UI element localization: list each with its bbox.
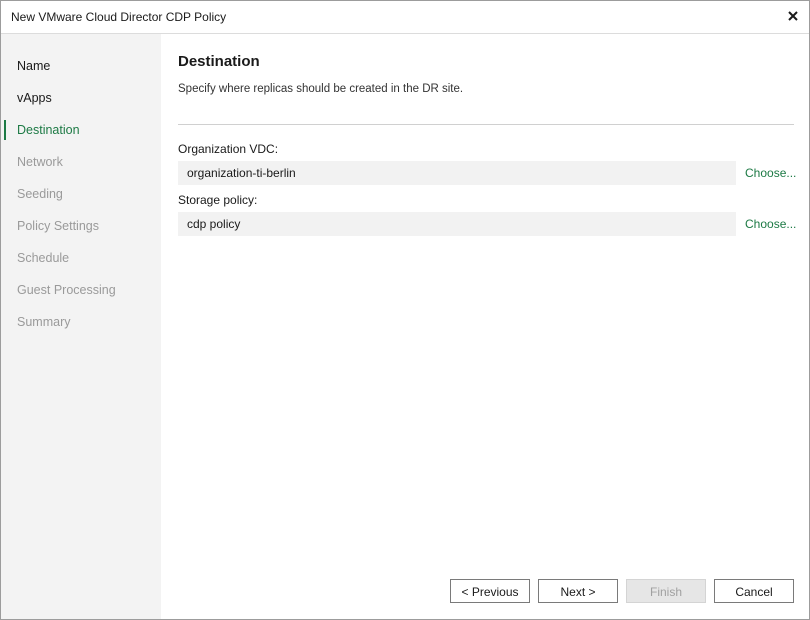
step-label: Policy Settings — [17, 219, 99, 233]
next-button[interactable]: Next > — [538, 579, 618, 603]
step-seeding: Seeding — [1, 182, 161, 206]
step-vapps[interactable]: vApps — [1, 86, 161, 110]
step-network: Network — [1, 150, 161, 174]
org-vdc-field: organization-ti-berlin — [178, 161, 736, 185]
choose-storage-policy-link[interactable]: Choose... — [745, 217, 796, 231]
wizard-steps-sidebar: Name vApps Destination Network Seeding P… — [1, 34, 161, 619]
cancel-button[interactable]: Cancel — [714, 579, 794, 603]
active-step-marker — [4, 120, 6, 140]
step-summary: Summary — [1, 310, 161, 334]
step-destination[interactable]: Destination — [1, 118, 161, 142]
close-icon[interactable] — [783, 6, 803, 26]
window-title: New VMware Cloud Director CDP Policy — [11, 10, 227, 24]
page-description: Specify where replicas should be created… — [178, 83, 464, 95]
step-label: Network — [17, 155, 63, 169]
divider — [178, 124, 794, 125]
wizard-window: New VMware Cloud Director CDP Policy Nam… — [0, 0, 810, 620]
main-panel: Destination Specify where replicas shoul… — [162, 34, 809, 619]
page-title: Destination — [178, 53, 260, 70]
step-label: Schedule — [17, 251, 70, 265]
previous-button[interactable]: < Previous — [450, 579, 530, 603]
storage-policy-field: cdp policy — [178, 212, 736, 236]
step-label: Guest Processing — [17, 283, 116, 297]
step-guest-processing: Guest Processing — [1, 278, 161, 302]
choose-org-vdc-link[interactable]: Choose... — [745, 166, 796, 180]
step-label: Destination — [17, 123, 80, 137]
step-label: Name — [17, 59, 51, 73]
step-policy-settings: Policy Settings — [1, 214, 161, 238]
finish-button: Finish — [626, 579, 706, 603]
step-label: Summary — [17, 315, 71, 329]
storage-policy-label: Storage policy: — [178, 193, 258, 207]
org-vdc-label: Organization VDC: — [178, 142, 279, 156]
step-name[interactable]: Name — [1, 54, 161, 78]
title-bar: New VMware Cloud Director CDP Policy — [1, 1, 809, 34]
step-label: vApps — [17, 91, 52, 105]
step-schedule: Schedule — [1, 246, 161, 270]
step-label: Seeding — [17, 187, 63, 201]
